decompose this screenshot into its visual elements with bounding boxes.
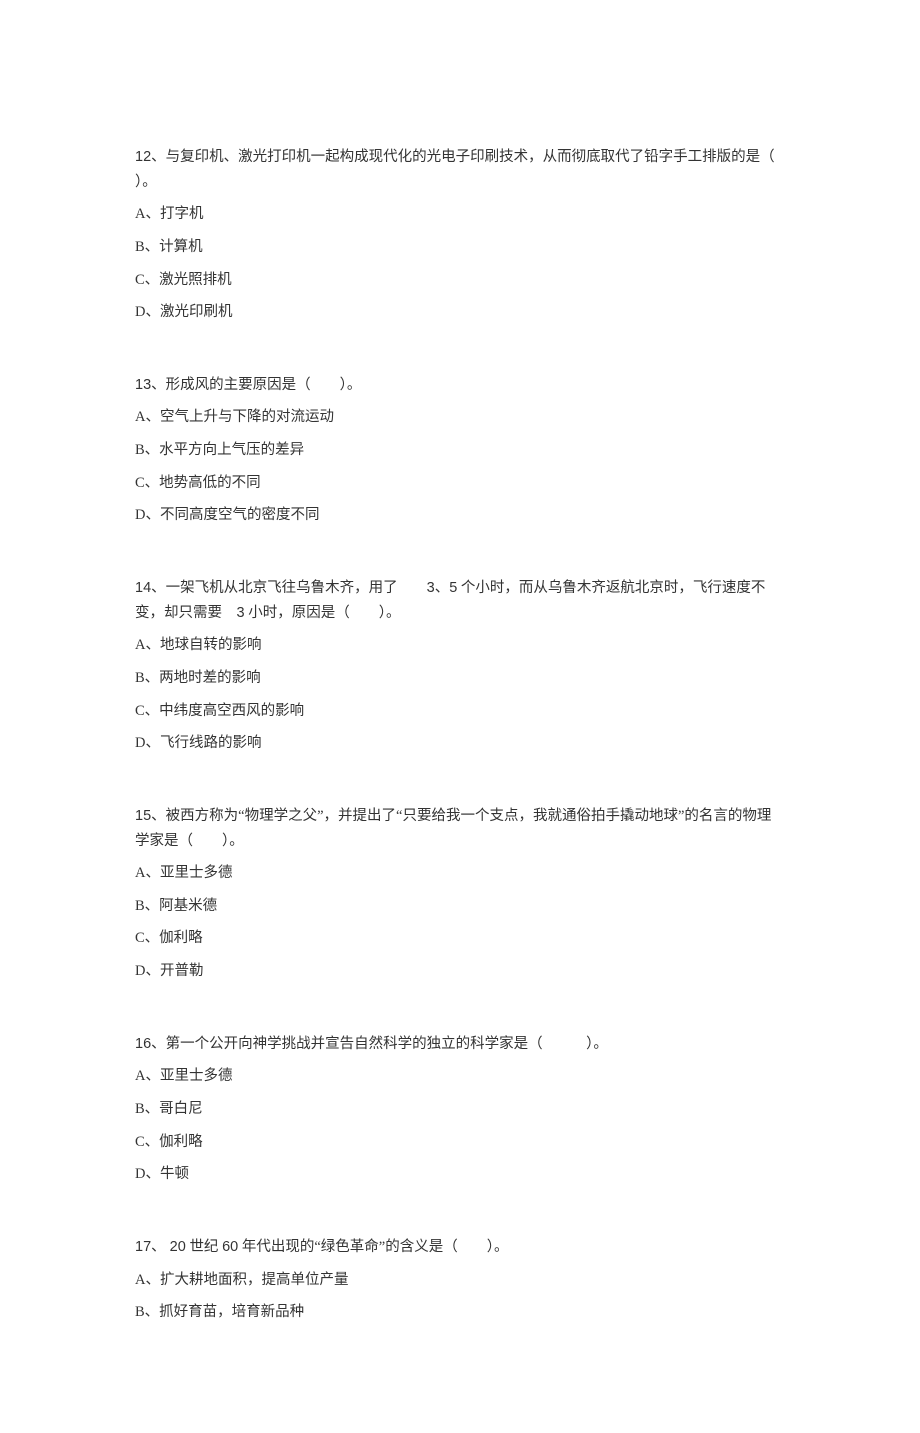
answer-option: B、抓好育苗，培育新品种	[135, 1300, 785, 1325]
answer-option: C、地势高低的不同	[135, 471, 785, 496]
answer-option: A、空气上升与下降的对流运动	[135, 405, 785, 430]
stem-text: 与复印机、激光打印机一起构成现代化的光电子印刷技术，从而彻底取代了铅字手工排版的…	[135, 149, 775, 190]
answer-option: B、两地时差的影响	[135, 666, 785, 691]
answer-option: D、开普勒	[135, 959, 785, 984]
stem-separator: 、	[151, 808, 166, 824]
stem-segment: 60	[222, 1239, 238, 1255]
question-block: 16、第一个公开向神学挑战并宣告自然科学的独立的科学家是（ ）。 A、亚里士多德 B…	[135, 1032, 785, 1187]
question-number: 16	[135, 1036, 151, 1052]
stem-segment: 3	[237, 605, 245, 621]
question-stem: 12、与复印机、激光打印机一起构成现代化的光电子印刷技术，从而彻底取代了铅字手工…	[135, 145, 785, 194]
answer-option: C、激光照排机	[135, 268, 785, 293]
answer-option: B、哥白尼	[135, 1097, 785, 1122]
stem-segment: 、	[435, 580, 450, 596]
stem-segment: 小时，原因是（ ）。	[245, 605, 401, 621]
question-number: 13	[135, 377, 151, 393]
answer-option: D、激光印刷机	[135, 300, 785, 325]
stem-segment: 、一架飞机从北京飞往乌鲁木齐，用了	[151, 580, 427, 596]
question-number: 15	[135, 808, 151, 824]
question-stem: 13、形成风的主要原因是（ ）。	[135, 373, 785, 398]
stem-segment: 、	[151, 1239, 166, 1255]
stem-text: 第一个公开向神学挑战并宣告自然科学的独立的科学家是（ ）。	[166, 1036, 608, 1052]
stem-segment: 20	[166, 1239, 186, 1255]
question-block: 17、 20 世纪 60 年代出现的“绿色革命”的含义是（ ）。 A、扩大耕地面积…	[135, 1235, 785, 1325]
question-block: 12、与复印机、激光打印机一起构成现代化的光电子印刷技术，从而彻底取代了铅字手工…	[135, 145, 785, 325]
answer-option: C、伽利略	[135, 1130, 785, 1155]
answer-option: D、牛顿	[135, 1162, 785, 1187]
answer-option: B、阿基米德	[135, 894, 785, 919]
answer-option: B、水平方向上气压的差异	[135, 438, 785, 463]
question-number: 14	[135, 580, 151, 596]
stem-segment: 年代出现的“绿色革命”的含义是（ ）。	[238, 1239, 508, 1255]
answer-option: B、计算机	[135, 235, 785, 260]
answer-option: C、中纬度高空西风的影响	[135, 699, 785, 724]
stem-separator: 、	[151, 1036, 166, 1052]
answer-option: A、亚里士多德	[135, 1064, 785, 1089]
question-stem: 14、一架飞机从北京飞往乌鲁木齐，用了 3、5 个小时，而从乌鲁木齐返航北京时，…	[135, 576, 785, 625]
answer-option: A、地球自转的影响	[135, 633, 785, 658]
stem-separator: 、	[151, 149, 166, 165]
answer-option: A、扩大耕地面积，提高单位产量	[135, 1268, 785, 1293]
stem-segment: 世纪	[186, 1239, 222, 1255]
answer-option: D、飞行线路的影响	[135, 731, 785, 756]
answer-option: A、亚里士多德	[135, 861, 785, 886]
stem-separator: 、	[151, 377, 166, 393]
question-number: 17	[135, 1239, 151, 1255]
stem-text: 形成风的主要原因是（ ）。	[166, 377, 362, 393]
question-number: 12	[135, 149, 151, 165]
answer-option: C、伽利略	[135, 926, 785, 951]
stem-text: 被西方称为“物理学之父”，并提出了“只要给我一个支点，我就通俗拍手撬动地球”的名…	[135, 808, 771, 849]
question-block: 13、形成风的主要原因是（ ）。 A、空气上升与下降的对流运动 B、水平方向上气压的…	[135, 373, 785, 528]
answer-option: A、打字机	[135, 202, 785, 227]
question-stem: 17、 20 世纪 60 年代出现的“绿色革命”的含义是（ ）。	[135, 1235, 785, 1260]
question-stem: 16、第一个公开向神学挑战并宣告自然科学的独立的科学家是（ ）。	[135, 1032, 785, 1057]
answer-option: D、不同高度空气的密度不同	[135, 503, 785, 528]
question-stem: 15、被西方称为“物理学之父”，并提出了“只要给我一个支点，我就通俗拍手撬动地球…	[135, 804, 785, 853]
question-block: 14、一架飞机从北京飞往乌鲁木齐，用了 3、5 个小时，而从乌鲁木齐返航北京时，…	[135, 576, 785, 756]
question-block: 15、被西方称为“物理学之父”，并提出了“只要给我一个支点，我就通俗拍手撬动地球…	[135, 804, 785, 984]
stem-segment: 3	[427, 580, 435, 596]
